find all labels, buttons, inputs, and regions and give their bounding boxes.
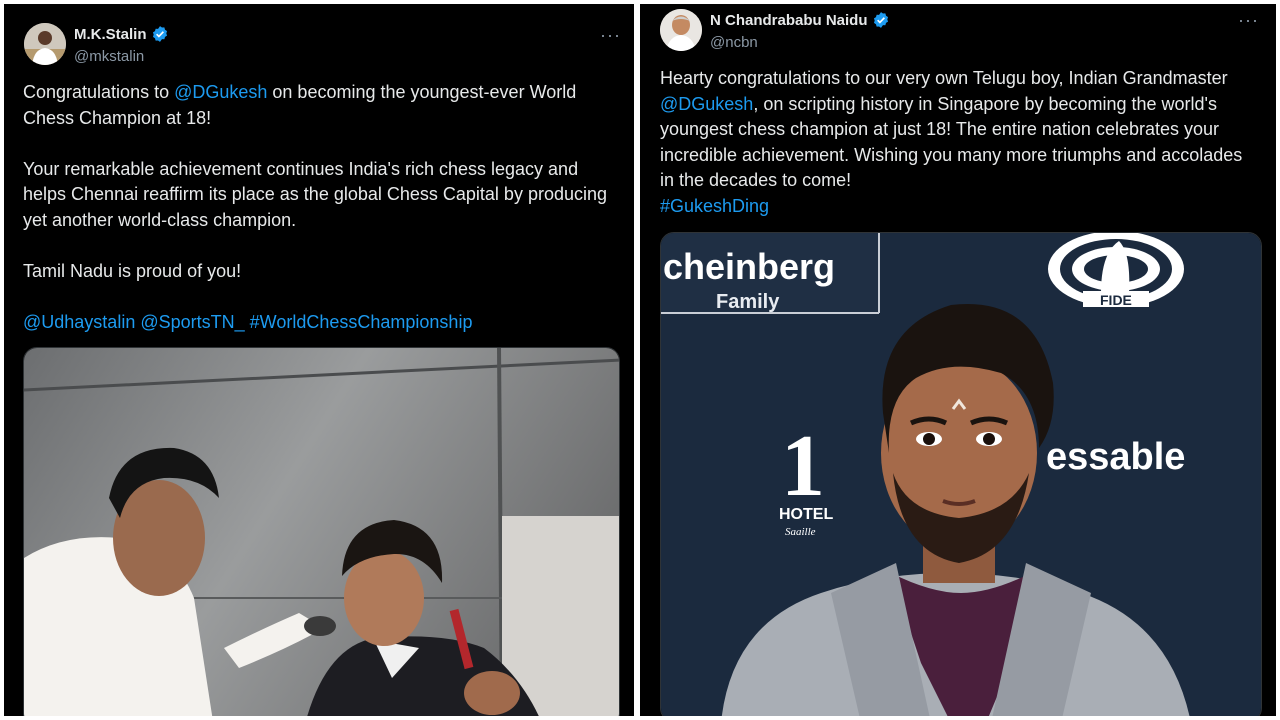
backdrop-hotel-subtext: Saaille xyxy=(785,526,816,538)
tweet-text: Hearty congratulations to our very own T… xyxy=(660,66,1260,219)
backdrop-brand-subtext: Family xyxy=(716,291,780,313)
fide-text: FIDE xyxy=(1100,292,1132,308)
more-options-icon[interactable]: ··· xyxy=(600,26,621,44)
avatar[interactable] xyxy=(24,23,66,65)
tweet-mentions: @Udhaystalin @SportsTN_ #WorldChessChamp… xyxy=(23,310,613,336)
tweet-photo[interactable]: cheinberg Family FIDE 1 HOTEL Saaille es… xyxy=(660,232,1262,716)
tweet-photo[interactable] xyxy=(23,347,620,716)
verified-badge-icon xyxy=(872,11,890,29)
tweet-card-naidu[interactable]: N Chandrababu Naidu @ncbn ··· Hearty con… xyxy=(640,4,1276,716)
backdrop-number: 1 xyxy=(781,418,825,515)
mention-link[interactable]: @DGukesh xyxy=(660,94,753,114)
tweet-text: Congratulations to @DGukesh on becoming … xyxy=(23,80,613,335)
backdrop-hotel-text: HOTEL xyxy=(779,506,833,523)
backdrop-brand-text: cheinberg xyxy=(663,246,835,287)
tweet-card-stalin[interactable]: M.K.Stalin @mkstalin ··· Congratulations… xyxy=(4,4,634,716)
verified-badge-icon xyxy=(151,25,169,43)
mention-link[interactable]: @Udhaystalin xyxy=(23,312,135,332)
author-name[interactable]: N Chandrababu Naidu xyxy=(710,11,890,29)
tweet-paragraph: Congratulations to @DGukesh on becoming … xyxy=(23,82,577,128)
tweet-paragraph: Hearty congratulations to our very own T… xyxy=(660,68,1243,190)
mention-link[interactable]: @SportsTN_ xyxy=(140,312,244,332)
author-name[interactable]: M.K.Stalin xyxy=(74,25,169,43)
tweet-paragraph: Tamil Nadu is proud of you! xyxy=(23,260,242,281)
tweet-hashtags: #GukeshDing xyxy=(660,194,1260,220)
backdrop-brand2-text: essable xyxy=(1046,436,1185,478)
hashtag-link[interactable]: #GukeshDing xyxy=(660,196,769,216)
mention-link[interactable]: @DGukesh xyxy=(174,82,267,102)
avatar[interactable] xyxy=(660,9,702,51)
author-handle[interactable]: @mkstalin xyxy=(74,48,144,65)
hashtag-link[interactable]: #WorldChessChampionship xyxy=(250,312,473,332)
more-options-icon[interactable]: ··· xyxy=(1238,11,1259,29)
tweet-paragraph: Your remarkable achievement continues In… xyxy=(23,158,607,230)
author-handle[interactable]: @ncbn xyxy=(710,34,758,51)
